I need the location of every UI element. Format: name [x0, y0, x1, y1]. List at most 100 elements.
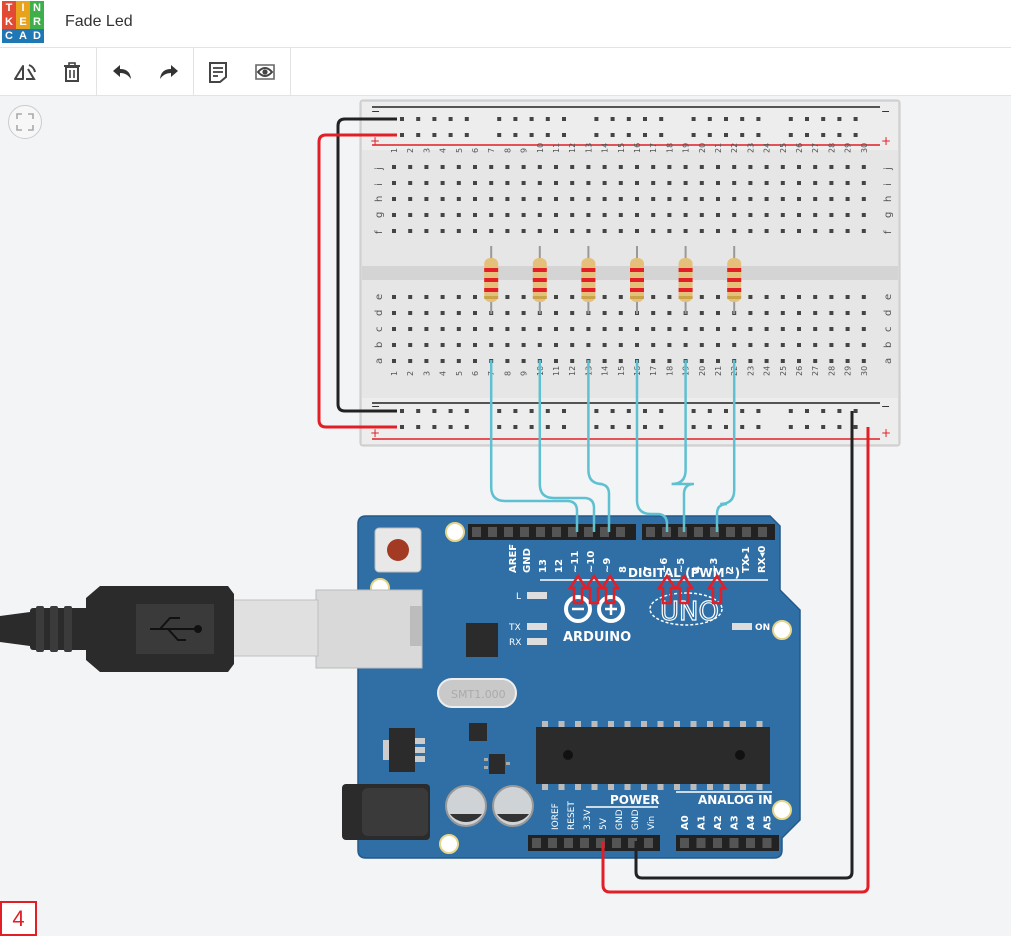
breadboard-hole[interactable] — [845, 165, 850, 169]
breadboard-hole[interactable] — [699, 327, 704, 331]
breadboard-hole[interactable] — [764, 229, 769, 233]
breadboard-hole[interactable] — [489, 229, 494, 233]
breadboard-hole[interactable] — [424, 343, 429, 347]
breadboard-hole[interactable] — [537, 181, 542, 185]
rail-hole[interactable] — [740, 133, 745, 137]
rail-hole[interactable] — [594, 117, 599, 121]
breadboard-hole[interactable] — [537, 229, 542, 233]
breadboard-hole[interactable] — [602, 327, 607, 331]
rail-hole[interactable] — [659, 133, 664, 137]
breadboard-hole[interactable] — [424, 213, 429, 217]
header-socket[interactable] — [612, 838, 621, 848]
breadboard-hole[interactable] — [440, 181, 445, 185]
breadboard-hole[interactable] — [521, 295, 526, 299]
header-socket[interactable] — [504, 527, 513, 537]
breadboard-hole[interactable] — [667, 197, 672, 201]
rail-hole[interactable] — [788, 425, 793, 429]
breadboard-hole[interactable] — [748, 165, 753, 169]
breadboard-hole[interactable] — [732, 327, 737, 331]
breadboard-hole[interactable] — [602, 311, 607, 315]
breadboard-hole[interactable] — [797, 197, 801, 201]
breadboard-hole[interactable] — [683, 229, 688, 233]
breadboard-hole[interactable] — [699, 197, 704, 201]
breadboard-hole[interactable] — [797, 311, 801, 315]
breadboard-hole[interactable] — [570, 295, 575, 299]
rail-hole[interactable] — [497, 117, 502, 121]
breadboard-hole[interactable] — [861, 165, 866, 169]
breadboard-hole[interactable] — [829, 311, 834, 315]
breadboard-hole[interactable] — [732, 343, 737, 347]
breadboard-hole[interactable] — [618, 197, 623, 201]
breadboard-hole[interactable] — [489, 181, 494, 185]
breadboard-hole[interactable] — [424, 327, 429, 331]
breadboard-hole[interactable] — [748, 295, 753, 299]
breadboard-hole[interactable] — [699, 213, 704, 217]
breadboard-hole[interactable] — [699, 295, 704, 299]
breadboard-hole[interactable] — [570, 229, 575, 233]
breadboard-hole[interactable] — [667, 311, 672, 315]
breadboard-hole[interactable] — [651, 197, 656, 201]
breadboard-hole[interactable] — [618, 229, 623, 233]
breadboard-hole[interactable] — [618, 165, 623, 169]
breadboard-hole[interactable] — [748, 181, 753, 185]
rail-hole[interactable] — [416, 425, 421, 429]
rail-hole[interactable] — [610, 425, 615, 429]
breadboard-hole[interactable] — [586, 327, 591, 331]
breadboard-hole[interactable] — [424, 165, 429, 169]
breadboard-hole[interactable] — [408, 327, 413, 331]
breadboard-hole[interactable] — [813, 181, 818, 185]
breadboard-hole[interactable] — [667, 229, 672, 233]
breadboard-hole[interactable] — [667, 359, 672, 363]
breadboard-hole[interactable] — [473, 327, 477, 331]
header-socket[interactable] — [520, 527, 529, 537]
breadboard-hole[interactable] — [716, 295, 720, 299]
rail-hole[interactable] — [805, 117, 809, 121]
arduino-uno[interactable]: AREF GND 13 12 ~11 ~10 ~9 8 7 ~6 ~5 4 ~3 2 TX▸1 RX◂0 DI… — [342, 515, 801, 859]
rail-hole[interactable] — [400, 409, 404, 413]
breadboard-hole[interactable] — [586, 229, 591, 233]
notes-button[interactable] — [195, 48, 241, 95]
breadboard-hole[interactable] — [392, 213, 396, 217]
breadboard-hole[interactable] — [440, 197, 445, 201]
breadboard-hole[interactable] — [408, 359, 413, 363]
breadboard-hole[interactable] — [651, 359, 656, 363]
breadboard-hole[interactable] — [829, 327, 834, 331]
breadboard-hole[interactable] — [716, 229, 720, 233]
breadboard-hole[interactable] — [570, 181, 575, 185]
breadboard-hole[interactable] — [537, 327, 542, 331]
breadboard-hole[interactable] — [748, 311, 753, 315]
breadboard-hole[interactable] — [570, 213, 575, 217]
breadboard-hole[interactable] — [651, 165, 656, 169]
breadboard-hole[interactable] — [537, 213, 542, 217]
rail-hole[interactable] — [853, 409, 858, 413]
rail-hole[interactable] — [740, 409, 745, 413]
rail-hole[interactable] — [448, 409, 453, 413]
breadboard-hole[interactable] — [716, 327, 720, 331]
breadboard-hole[interactable] — [570, 311, 575, 315]
breadboard-hole[interactable] — [829, 229, 834, 233]
rail-hole[interactable] — [529, 425, 534, 429]
header-socket[interactable] — [746, 838, 755, 848]
breadboard-hole[interactable] — [813, 197, 818, 201]
rail-hole[interactable] — [821, 425, 826, 429]
rail-hole[interactable] — [788, 409, 793, 413]
rail-hole[interactable] — [416, 133, 421, 137]
breadboard-hole[interactable] — [764, 165, 769, 169]
breadboard-hole[interactable] — [635, 197, 639, 201]
breadboard-hole[interactable] — [845, 327, 850, 331]
breadboard-hole[interactable] — [635, 181, 639, 185]
rail-hole[interactable] — [707, 117, 712, 121]
breadboard-hole[interactable] — [473, 311, 477, 315]
breadboard-hole[interactable] — [651, 213, 656, 217]
breadboard-hole[interactable] — [456, 359, 461, 363]
breadboard-hole[interactable] — [635, 229, 639, 233]
rail-hole[interactable] — [448, 117, 453, 121]
breadboard-hole[interactable] — [748, 359, 753, 363]
rail-hole[interactable] — [805, 425, 809, 429]
breadboard-hole[interactable] — [456, 181, 461, 185]
breadboard-hole[interactable] — [570, 197, 575, 201]
breadboard-hole[interactable] — [797, 181, 801, 185]
header-socket[interactable] — [568, 527, 577, 537]
breadboard-hole[interactable] — [424, 229, 429, 233]
breadboard-hole[interactable] — [813, 295, 818, 299]
